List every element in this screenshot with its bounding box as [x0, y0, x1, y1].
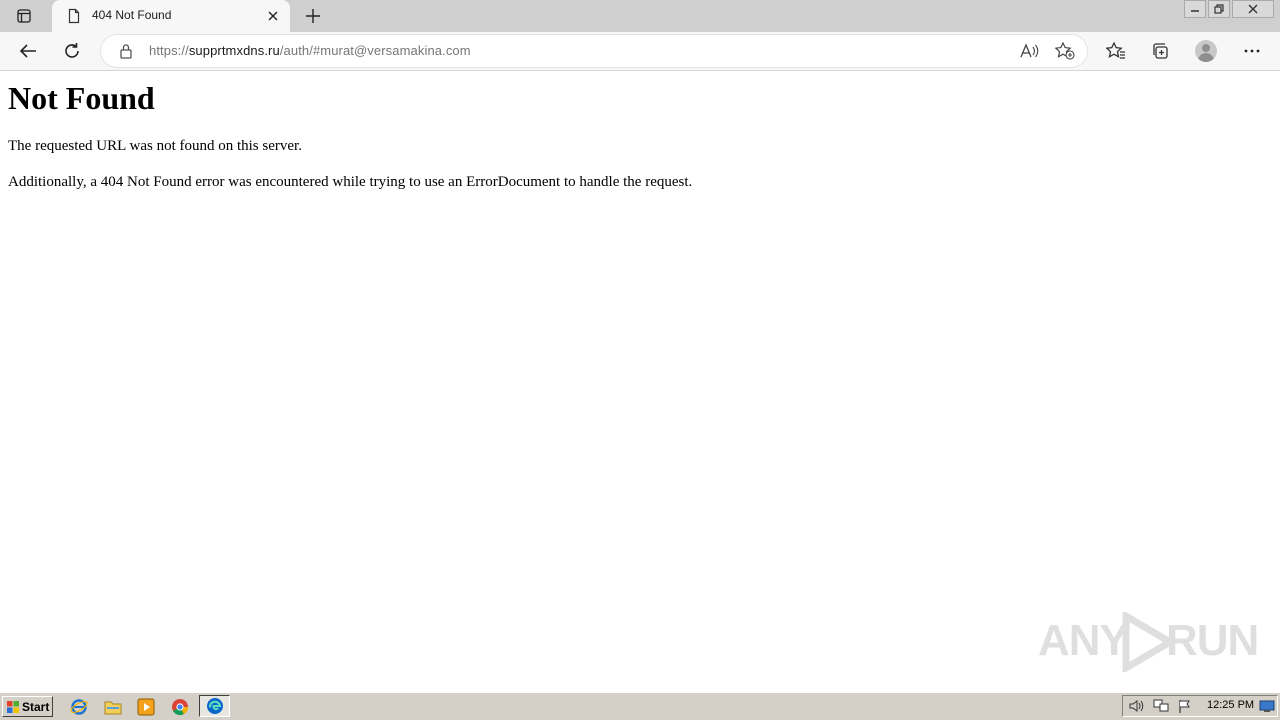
address-bar[interactable]: https://supprtmxdns.ru/auth/#murat@versa…: [101, 35, 1087, 67]
start-button[interactable]: Start: [2, 696, 53, 717]
page-icon: [68, 8, 80, 24]
tab-actions-button[interactable]: [10, 5, 38, 27]
back-arrow-icon: [19, 44, 36, 58]
url-text[interactable]: https://supprtmxdns.ru/auth/#murat@versa…: [149, 43, 471, 58]
back-button[interactable]: [13, 36, 43, 66]
restore-button[interactable]: [1208, 0, 1230, 18]
collections-icon: [1153, 43, 1168, 59]
network-icon: [1153, 699, 1169, 712]
collections-button[interactable]: [1145, 36, 1175, 66]
url-path: /auth/#murat@versamakina.com: [279, 43, 471, 58]
chrome-icon: [172, 699, 189, 715]
browser-toolbar: https://supprtmxdns.ru/auth/#murat@versa…: [0, 32, 1280, 71]
windows-flag-icon: [7, 700, 19, 713]
network-tray[interactable]: [1153, 699, 1169, 713]
avatar: [1195, 40, 1217, 62]
lock-icon[interactable]: [119, 43, 133, 59]
close-icon: [268, 11, 278, 21]
read-aloud-icon: [1020, 43, 1039, 58]
star-add-icon: [1055, 42, 1075, 60]
error-detail: Additionally, a 404 Not Found error was …: [8, 174, 693, 190]
close-window-icon: [1248, 4, 1258, 14]
tab-close-button[interactable]: [264, 7, 282, 25]
tab-actions-icon: [17, 9, 31, 23]
url-host: supprtmxdns.ru: [188, 43, 280, 58]
speaker-icon: [1129, 700, 1144, 712]
favorites-button[interactable]: [1101, 36, 1131, 66]
plus-icon: [306, 9, 320, 23]
clock[interactable]: 12:25 PM: [1207, 699, 1254, 711]
profile-button[interactable]: [1191, 36, 1221, 66]
explorer-quicklaunch[interactable]: [104, 698, 122, 716]
taskbar: Start 12:25 PM: [0, 692, 1280, 720]
flag-icon: [1179, 700, 1190, 713]
ie-quicklaunch[interactable]: [70, 698, 88, 716]
more-icon: [1244, 49, 1260, 53]
page-heading: Not Found: [8, 80, 155, 116]
tab-title: 404 Not Found: [92, 8, 172, 22]
url-scheme: https://: [149, 43, 189, 58]
favorites-icon: [1106, 42, 1125, 59]
refresh-button[interactable]: [57, 36, 87, 66]
minimize-button[interactable]: [1184, 0, 1206, 18]
tab-active[interactable]: 404 Not Found: [52, 0, 290, 32]
add-favorite-button[interactable]: [1053, 40, 1077, 62]
edge-taskbar-button[interactable]: [199, 695, 230, 717]
refresh-icon: [65, 43, 79, 58]
new-tab-button[interactable]: [300, 4, 326, 28]
edge-icon: [206, 698, 223, 714]
read-aloud-button[interactable]: [1017, 40, 1041, 62]
anyrun-watermark: ANY RUN: [1038, 610, 1259, 672]
chrome-quicklaunch[interactable]: [171, 698, 189, 716]
volume-tray[interactable]: [1129, 699, 1145, 713]
error-message: The requested URL was not found on this …: [8, 138, 302, 154]
show-desktop-tray[interactable]: [1259, 699, 1275, 713]
internet-explorer-icon: [70, 699, 88, 715]
media-player-quicklaunch[interactable]: [137, 698, 155, 716]
watermark-right: RUN: [1166, 616, 1259, 665]
page-content: Not Found The requested URL was not foun…: [0, 71, 1280, 692]
restore-icon: [1214, 4, 1224, 14]
action-center-tray[interactable]: [1177, 699, 1193, 713]
minimize-icon: [1191, 10, 1199, 12]
tab-strip: 404 Not Found: [0, 0, 1280, 32]
settings-menu-button[interactable]: [1237, 36, 1267, 66]
folder-icon: [104, 701, 122, 715]
close-window-button[interactable]: [1232, 0, 1274, 18]
monitor-icon: [1259, 700, 1275, 712]
watermark-left: ANY: [1038, 616, 1129, 665]
start-label: Start: [22, 699, 50, 714]
system-tray: 12:25 PM: [1122, 695, 1278, 717]
media-player-icon: [137, 698, 155, 716]
